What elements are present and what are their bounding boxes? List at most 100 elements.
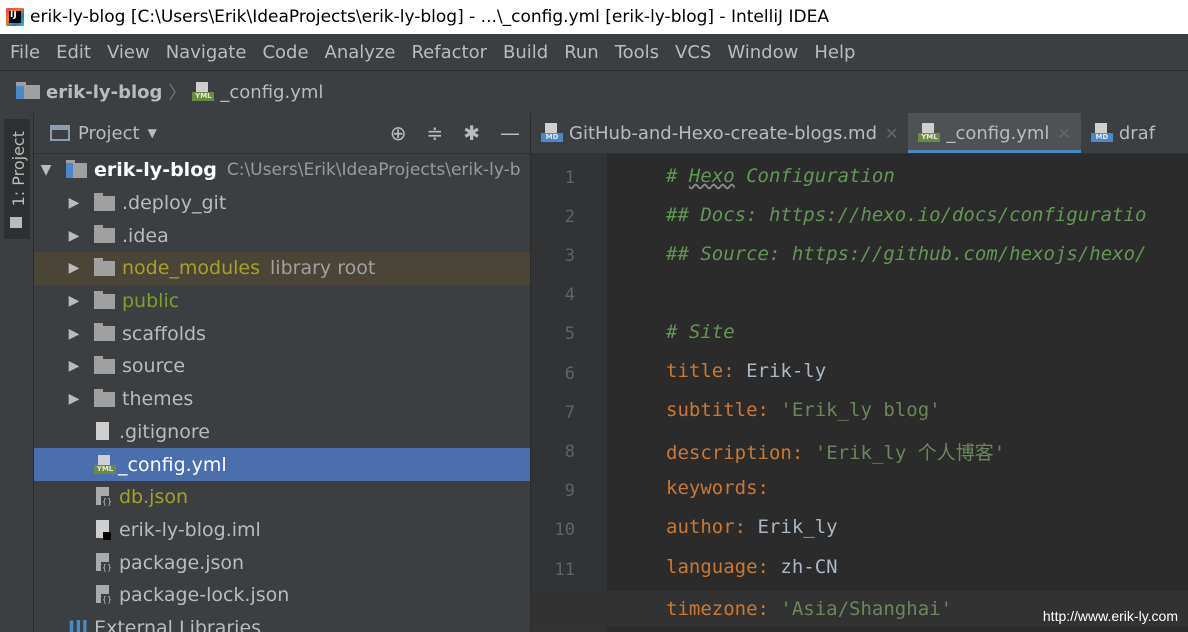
settings-gear-icon[interactable]: ✱: [463, 121, 480, 145]
tree-item-label: public: [122, 290, 180, 313]
code-line-5: # Site: [666, 321, 735, 343]
collapsed-arrow-icon[interactable]: ▶: [68, 391, 80, 407]
locate-file-icon[interactable]: ⊕: [390, 121, 407, 145]
menu-edit[interactable]: Edit: [48, 42, 99, 63]
yaml-value: 'Erik_ly blog': [780, 399, 941, 421]
menu-refactor[interactable]: Refactor: [403, 42, 495, 63]
folder-icon: [94, 388, 115, 407]
code-line-8: description: 'Erik_ly 个人博客': [666, 438, 1005, 465]
yaml-value: 'Erik_ly 个人博客': [814, 442, 1006, 464]
yml-file-icon: YML: [94, 454, 116, 475]
tree-item-label: node_modules: [122, 257, 261, 280]
hide-panel-icon[interactable]: —: [500, 121, 520, 145]
expanded-arrow-icon[interactable]: ▼: [40, 162, 52, 178]
project-panel: Project ▼ ⊕ ≑ ✱ — ▼ erik-ly-blog C:\User…: [34, 113, 530, 632]
yaml-colon: :: [734, 516, 747, 538]
collapsed-arrow-icon[interactable]: ▶: [68, 195, 80, 211]
comment-text: ## Docs:: [666, 204, 769, 226]
code-line-7: subtitle: 'Erik_ly blog': [666, 399, 941, 421]
intellij-logo-icon: IJ: [6, 8, 24, 26]
tree-item-db-json[interactable]: {} db.json: [34, 481, 530, 514]
tree-item-label: package.json: [119, 551, 245, 574]
folder-icon: [10, 217, 22, 228]
menu-file[interactable]: File: [0, 42, 48, 63]
collapse-all-icon[interactable]: ≑: [426, 121, 443, 145]
line-number: 1: [564, 168, 575, 188]
menu-analyze[interactable]: Analyze: [317, 42, 404, 63]
collapsed-arrow-icon[interactable]: ▶: [68, 326, 80, 342]
project-tool-tab-label[interactable]: 1: Project: [9, 131, 28, 206]
tree-item-package-lock-json[interactable]: {} package-lock.json: [34, 579, 530, 612]
json-file-icon: {}: [94, 487, 113, 508]
tree-item-public[interactable]: ▶ public: [34, 285, 530, 318]
tree-item-deploy-git[interactable]: ▶ .deploy_git: [34, 187, 530, 220]
breadcrumb-project[interactable]: erik-ly-blog: [46, 82, 162, 103]
collapsed-arrow-icon[interactable]: ▶: [68, 228, 80, 244]
collapsed-arrow-icon[interactable]: ▶: [68, 260, 80, 276]
menu-run[interactable]: Run: [556, 42, 607, 63]
tree-root[interactable]: ▼ erik-ly-blog C:\Users\Erik\IdeaProject…: [34, 154, 530, 187]
yaml-colon: :: [791, 442, 804, 464]
menu-help[interactable]: Help: [806, 42, 863, 63]
collapsed-arrow-icon[interactable]: ▶: [68, 293, 80, 309]
tree-item-label: db.json: [119, 486, 189, 509]
comment-text: ## Source:: [666, 243, 792, 265]
tab-config-yml[interactable]: YML _config.yml ✕: [908, 113, 1082, 153]
tree-item-idea[interactable]: ▶ .idea: [34, 219, 530, 252]
tab-label: _config.yml: [946, 122, 1050, 144]
tree-item-themes[interactable]: ▶ themes: [34, 383, 530, 416]
tab-draft-md[interactable]: MD draf: [1081, 113, 1165, 153]
menu-build[interactable]: Build: [495, 42, 556, 63]
json-file-icon: {}: [94, 552, 113, 573]
menu-navigate[interactable]: Navigate: [158, 42, 255, 63]
line-number: 10: [554, 520, 575, 540]
yaml-key: subtitle: [666, 399, 758, 421]
breadcrumb-file[interactable]: _config.yml: [220, 82, 323, 103]
project-view-selector[interactable]: Project: [78, 123, 140, 144]
tree-item-node-modules[interactable]: ▶ node_modules library root: [34, 252, 530, 285]
tab-github-hexo-md[interactable]: MD GitHub-and-Hexo-create-blogs.md ✕: [531, 113, 908, 153]
menu-code[interactable]: Code: [254, 42, 316, 63]
menu-window[interactable]: Window: [719, 42, 806, 63]
dropdown-caret-icon[interactable]: ▼: [148, 126, 157, 140]
tree-item-label: External Libraries: [94, 616, 262, 632]
tree-root-name: erik-ly-blog: [94, 159, 217, 182]
tab-label: GitHub-and-Hexo-create-blogs.md: [569, 122, 878, 144]
menu-view[interactable]: View: [99, 42, 158, 63]
code-editor[interactable]: # Hexo Configuration ## Docs: https://he…: [531, 154, 1188, 632]
tree-item-iml[interactable]: erik-ly-blog.iml: [34, 514, 530, 547]
tree-item-package-json[interactable]: {} package.json: [34, 546, 530, 579]
collapsed-arrow-icon[interactable]: ▶: [68, 358, 80, 374]
tree-item-source[interactable]: ▶ source: [34, 350, 530, 383]
breadcrumb: erik-ly-blog 〉 YML _config.yml: [0, 70, 1188, 113]
line-number: 3: [564, 246, 575, 266]
line-number: 5: [564, 324, 575, 344]
folder-icon: [94, 225, 115, 244]
yaml-colon: :: [757, 598, 769, 620]
code-line-10: author: Erik_ly: [666, 516, 838, 538]
close-tab-icon[interactable]: ✕: [885, 124, 898, 143]
menu-tools[interactable]: Tools: [607, 42, 667, 63]
menu-vcs[interactable]: VCS: [667, 42, 719, 63]
text-file-icon: [94, 421, 113, 442]
yml-file-icon: YML: [192, 82, 215, 102]
tree-item-label: scaffolds: [122, 322, 206, 345]
project-panel-tools: ⊕ ≑ ✱ —: [380, 113, 530, 153]
window-title: erik-ly-blog [C:\Users\Erik\IdeaProjects…: [30, 7, 829, 27]
folder-icon: [94, 257, 115, 276]
line-number: 11: [554, 560, 575, 580]
docs-link[interactable]: https://hexo.io/docs/configuratio: [769, 204, 1147, 226]
tree-item-label: _config.yml: [118, 453, 227, 476]
breadcrumb-separator-icon: 〉: [168, 83, 187, 104]
tree-item-scaffolds[interactable]: ▶ scaffolds: [34, 317, 530, 350]
tree-item-external-libraries[interactable]: Ill External Libraries: [34, 612, 530, 632]
close-tab-icon[interactable]: ✕: [1057, 124, 1070, 143]
source-link[interactable]: https://github.com/hexojs/hexo/: [792, 243, 1147, 265]
line-number: 6: [564, 364, 575, 384]
code-line-9: keywords:: [666, 477, 769, 499]
folder-icon: [94, 355, 115, 374]
yaml-key: keywords: [666, 477, 758, 499]
json-file-icon: {}: [94, 585, 113, 606]
tree-item-gitignore[interactable]: .gitignore: [34, 416, 530, 449]
tree-item-config-yml[interactable]: YML _config.yml: [34, 448, 530, 481]
